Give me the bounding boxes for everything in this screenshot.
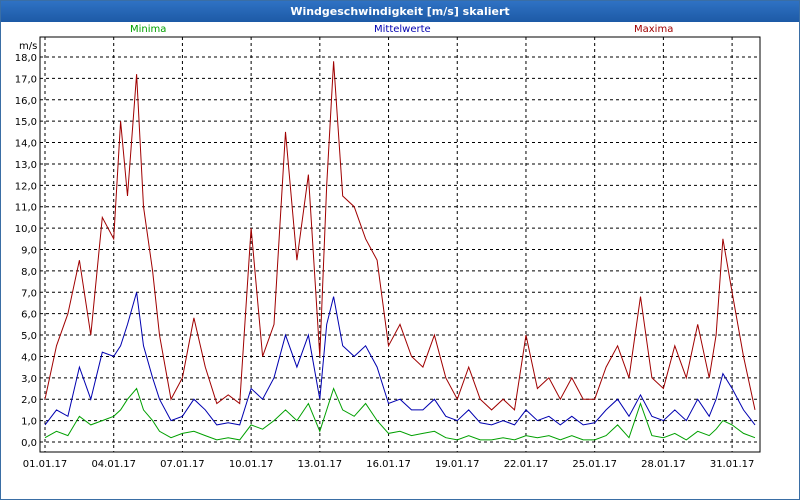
x-tick-label: 01.01.17 — [23, 459, 68, 470]
y-tick-label: 15,0 — [15, 117, 37, 128]
y-tick-label: 8,0 — [21, 267, 37, 278]
y-tick-label: 12,0 — [15, 181, 37, 192]
x-tick-label: 31.01.17 — [710, 459, 755, 470]
wind-speed-chart: 0,0 1,0 2,0 3,0 4,0 5,0 6,0 7,0 8,0 9,0 10,0 11,0 12… — [15, 36, 761, 470]
y-tick-label: 17,0 — [15, 74, 37, 85]
y-tick-label: 5,0 — [21, 331, 37, 342]
y-tick-label: 6,0 — [21, 310, 37, 321]
x-tick-label: 07.01.17 — [160, 459, 205, 470]
x-tick-label: 04.01.17 — [91, 459, 136, 470]
x-tick-label: 16.01.17 — [366, 459, 411, 470]
y-tick-label: 4,0 — [21, 352, 37, 363]
y-tick-label: 18,0 — [15, 53, 37, 64]
x-tick-label: 25.01.17 — [572, 459, 617, 470]
y-tick-label: 16,0 — [15, 96, 37, 107]
y-tick-label: 14,0 — [15, 139, 37, 150]
y-tick-label: 9,0 — [21, 246, 37, 257]
y-tick-label: 13,0 — [15, 160, 37, 171]
x-tick-label: 19.01.17 — [435, 459, 480, 470]
x-tick-label: 22.01.17 — [504, 459, 549, 470]
y-tick-label: 10,0 — [15, 224, 37, 235]
y-tick-label: 1,0 — [21, 417, 37, 428]
y-tick-label: 11,0 — [15, 203, 37, 214]
y-tick-label: 3,0 — [21, 374, 37, 385]
y-tick-label: 0,0 — [21, 438, 37, 449]
y-tick-label: 2,0 — [21, 395, 37, 406]
y-tick-label: 7,0 — [21, 288, 37, 299]
plot-area — [39, 36, 761, 453]
x-tick-label: 13.01.17 — [298, 459, 343, 470]
x-tick-label: 10.01.17 — [229, 459, 274, 470]
y-axis-unit-label: m/s — [19, 41, 37, 52]
x-tick-label: 28.01.17 — [641, 459, 686, 470]
